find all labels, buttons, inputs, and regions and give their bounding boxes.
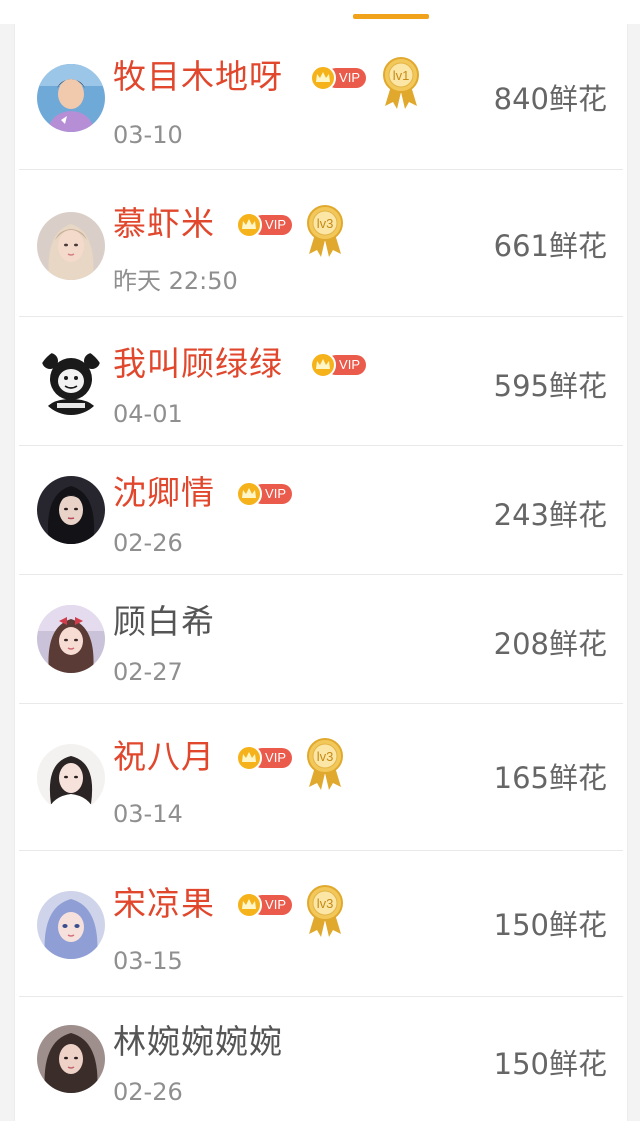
flower-count: 661鲜花	[493, 229, 607, 263]
avatar[interactable]	[37, 605, 105, 673]
date-text: 02-27	[113, 658, 183, 686]
list-item[interactable]: 牧目木地呀 VIP lv1 03-10 840鲜花	[15, 24, 627, 170]
flower-count: 165鲜花	[493, 761, 607, 795]
boy-purple-shirt-avatar-icon	[37, 64, 105, 132]
girl-portrait-avatar-icon	[37, 212, 105, 280]
flower-count: 150鲜花	[493, 1047, 607, 1081]
list-item[interactable]: 顾白希 02-27 208鲜花	[15, 575, 627, 704]
avatar[interactable]	[37, 347, 105, 415]
date-text: 02-26	[113, 529, 183, 557]
avatar[interactable]	[37, 1025, 105, 1093]
avatar[interactable]	[37, 212, 105, 280]
user-name[interactable]: 林婉婉婉婉	[113, 1022, 283, 1062]
list-item[interactable]: 沈卿情 VIP 02-26 243鲜花	[15, 446, 627, 575]
flower-count: 243鲜花	[493, 498, 607, 532]
date-text: 03-10	[113, 121, 183, 149]
user-name[interactable]: 顾白希	[113, 602, 215, 642]
active-tab-indicator	[353, 14, 429, 19]
avatar[interactable]	[37, 744, 105, 812]
level-medal-icon: lv3	[305, 884, 345, 938]
user-name[interactable]: 沈卿情	[113, 473, 215, 513]
crown-icon	[310, 65, 336, 91]
flower-ranking-list: 牧目木地呀 VIP lv1 03-10 840鲜花 慕虾米 VIP lv3 昨天…	[14, 24, 628, 1121]
level-text: lv3	[317, 896, 334, 911]
user-name[interactable]: 祝八月	[113, 737, 215, 777]
user-name[interactable]: 宋凉果	[113, 884, 215, 924]
user-name[interactable]: 我叫顾绿绿	[113, 344, 283, 384]
date-text: 昨天 22:50	[113, 267, 238, 295]
list-item[interactable]: 宋凉果 VIP lv3 03-15 150鲜花	[15, 851, 627, 997]
date-text: 02-26	[113, 1078, 183, 1106]
flower-count: 150鲜花	[493, 908, 607, 942]
list-item[interactable]: 祝八月 VIP lv3 03-14 165鲜花	[15, 704, 627, 851]
dark-girl-avatar-icon	[37, 476, 105, 544]
level-text: lv1	[393, 68, 410, 83]
flower-count: 208鲜花	[493, 627, 607, 661]
crown-icon	[236, 892, 262, 918]
list-item[interactable]: 我叫顾绿绿 VIP 04-01 595鲜花	[15, 317, 627, 446]
crown-icon	[236, 745, 262, 771]
level-text: lv3	[317, 216, 334, 231]
date-text: 03-15	[113, 947, 183, 975]
level-medal-icon: lv1	[381, 56, 421, 110]
list-item[interactable]: 慕虾米 VIP lv3 昨天 22:50 661鲜花	[15, 170, 627, 317]
avatar[interactable]	[37, 64, 105, 132]
level-text: lv3	[317, 749, 334, 764]
flower-count: 840鲜花	[493, 82, 607, 116]
crown-icon	[310, 352, 336, 378]
list-item[interactable]: 林婉婉婉婉 02-26 150鲜花	[15, 997, 627, 1121]
date-text: 04-01	[113, 400, 183, 428]
crown-icon	[236, 212, 262, 238]
tab-bar	[0, 0, 640, 24]
flower-count: 595鲜花	[493, 369, 607, 403]
avatar[interactable]	[37, 891, 105, 959]
level-medal-icon: lv3	[305, 737, 345, 791]
user-name[interactable]: 慕虾米	[113, 204, 215, 244]
user-name[interactable]: 牧目木地呀	[113, 57, 283, 97]
avatar[interactable]	[37, 476, 105, 544]
blue-hair-girl-avatar-icon	[37, 891, 105, 959]
girl-white-avatar-icon	[37, 744, 105, 812]
girl-bow-avatar-icon	[37, 605, 105, 673]
cartoon-face-avatar-icon	[37, 347, 105, 415]
date-text: 03-14	[113, 800, 183, 828]
girl-long-hair-avatar-icon	[37, 1025, 105, 1093]
level-medal-icon: lv3	[305, 204, 345, 258]
crown-icon	[236, 481, 262, 507]
